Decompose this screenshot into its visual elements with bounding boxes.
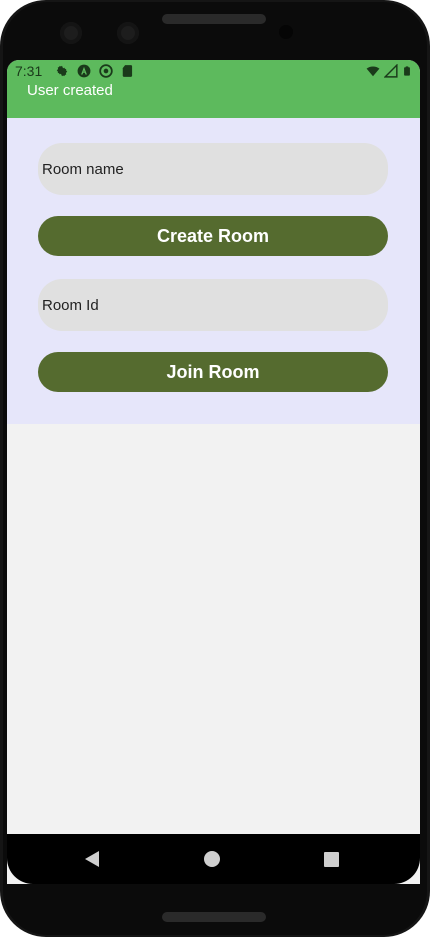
proximity-sensor <box>279 25 293 39</box>
status-bar: 7:31 <box>7 60 420 82</box>
battery-icon <box>404 66 410 76</box>
back-icon[interactable] <box>85 851 99 867</box>
app-screen: 7:31 User created Room name Create Room … <box>7 60 420 884</box>
status-left-icons <box>55 64 135 78</box>
status-right-icons <box>366 64 412 78</box>
home-icon[interactable] <box>204 851 220 867</box>
room-form-panel: Room name Create Room Room Id Join Room <box>7 118 420 424</box>
front-sensor-left <box>60 22 82 44</box>
sd-card-icon <box>122 65 133 77</box>
a-badge-icon <box>77 64 91 78</box>
join-room-button[interactable]: Join Room <box>38 352 388 392</box>
room-name-input[interactable]: Room name <box>38 143 388 195</box>
sync-icon <box>99 64 113 78</box>
toast-message: User created <box>27 82 113 99</box>
wifi-icon <box>366 66 380 77</box>
navigation-bar <box>7 834 420 884</box>
bottom-speaker <box>162 912 266 922</box>
toast-banner: User created <box>7 82 420 118</box>
recents-icon[interactable] <box>324 852 339 867</box>
status-time: 7:31 <box>15 63 43 79</box>
front-camera-icon <box>117 22 139 44</box>
create-room-button[interactable]: Create Room <box>38 216 388 256</box>
room-id-input[interactable]: Room Id <box>38 279 388 331</box>
signal-icon <box>384 64 398 78</box>
earpiece-speaker <box>162 14 266 24</box>
phone-frame: 7:31 User created Room name Create Room … <box>0 0 430 937</box>
settings-icon <box>56 65 68 77</box>
